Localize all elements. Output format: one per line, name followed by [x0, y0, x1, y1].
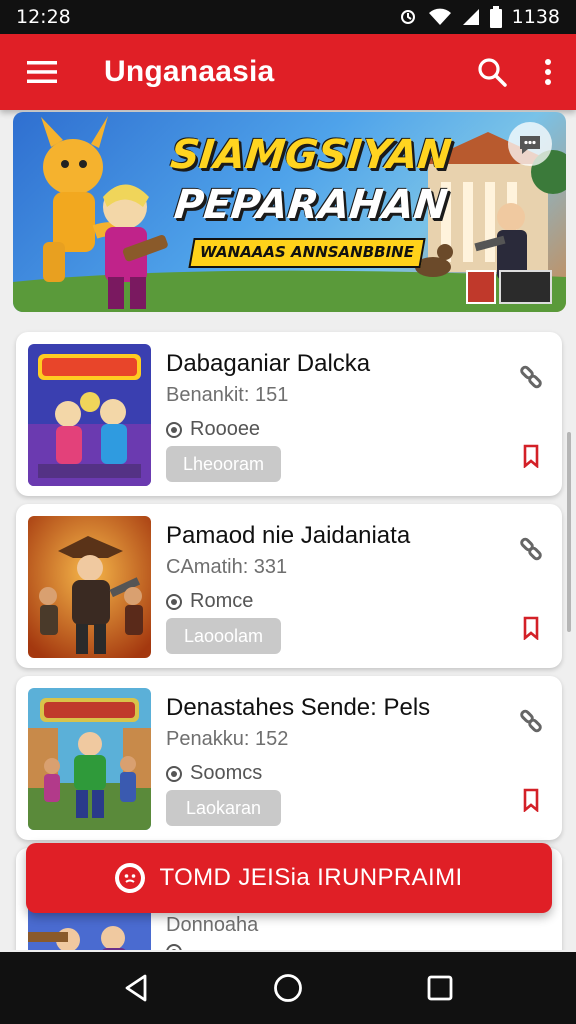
- home-icon: [274, 974, 302, 1002]
- status-icons: 1138: [398, 6, 560, 28]
- wifi-icon: [428, 7, 452, 27]
- bookmark-icon: [523, 444, 539, 468]
- content-scroll[interactable]: SIAMGSIYAN PEPARAHAN WANAAAS ANNSANBBINE: [0, 110, 576, 950]
- share-button[interactable]: [516, 362, 546, 392]
- game-status-label: Soomcs: [190, 762, 263, 784]
- status-dot-icon: [166, 765, 182, 782]
- game-title: Dabaganiar Dalcka: [166, 350, 371, 377]
- game-card[interactable]: Denastahes Sende: Pels Penakku: 152 Soom…: [16, 676, 562, 840]
- game-status-label: Roooee: [190, 418, 261, 440]
- game-action-button[interactable]: Laokaran: [166, 790, 281, 826]
- featured-banner[interactable]: SIAMGSIYAN PEPARAHAN WANAAAS ANNSANBBINE: [13, 112, 566, 312]
- bookmark-button[interactable]: [520, 786, 542, 814]
- status-dot-icon: [166, 944, 182, 950]
- search-icon: [478, 58, 507, 87]
- game-status: [166, 944, 182, 950]
- game-card[interactable]: Pamaod nie Jaidaniata CAmatih: 331 Romce…: [16, 504, 562, 668]
- menu-button[interactable]: [0, 34, 84, 110]
- game-status: Soomcs: [166, 762, 262, 785]
- nav-recents-button[interactable]: [410, 958, 470, 1018]
- status-dot-icon: [166, 593, 182, 610]
- game-status-label: Romce: [190, 590, 254, 612]
- scrollbar[interactable]: [567, 432, 571, 632]
- menu-icon: [27, 61, 57, 83]
- share-button[interactable]: [516, 534, 546, 564]
- game-card[interactable]: Dabaganiar Dalcka Benankit: 151 Roooee L…: [16, 332, 562, 496]
- game-meta: Benankit: 151: [166, 384, 289, 406]
- status-bar: 12:28 1138: [0, 0, 576, 34]
- game-meta: Donnoaha: [166, 914, 259, 936]
- status-time: 12:28: [16, 6, 71, 28]
- app-title: Unganaasia: [104, 55, 275, 88]
- banner-chat-icon[interactable]: [508, 122, 552, 166]
- game-meta: Penakku: 152: [166, 728, 289, 750]
- more-options-button[interactable]: [520, 34, 576, 110]
- game-status: Roooee: [166, 418, 260, 441]
- bookmark-icon: [523, 788, 539, 812]
- app-bar: Unganaasia: [0, 34, 576, 110]
- game-title: Pamaod nie Jaidaniata: [166, 522, 411, 549]
- game-meta: CAmatih: 331: [166, 556, 288, 578]
- game-thumbnail: [28, 688, 151, 830]
- banner-title-line2: PEPARAHAN: [172, 182, 450, 228]
- more-vert-icon: [545, 59, 551, 85]
- game-action-button[interactable]: Lheooram: [166, 446, 281, 482]
- status-dot-icon: [166, 421, 182, 438]
- game-action-button[interactable]: Laooolam: [166, 618, 281, 654]
- cta-label: TOMD JEISia IRUNPRAIMI: [159, 864, 463, 891]
- game-status: Romce: [166, 590, 253, 613]
- banner-subtitle: WANAAAS ANNSANBBINE: [200, 243, 414, 261]
- bookmark-button[interactable]: [520, 614, 542, 642]
- link-icon: [520, 709, 542, 733]
- cta-face-icon: [115, 863, 146, 893]
- game-title: Denastahes Sende: Pels: [166, 694, 431, 721]
- search-button[interactable]: [464, 34, 520, 110]
- back-icon: [125, 974, 147, 1002]
- recents-icon: [427, 975, 453, 1001]
- bookmark-icon: [523, 616, 539, 640]
- banner-title-line1: SIAMGSIYAN: [168, 132, 454, 178]
- link-icon: [520, 365, 542, 389]
- primary-cta-button[interactable]: TOMD JEISia IRUNPRAIMI: [26, 843, 552, 913]
- battery-level-text: 1138: [511, 6, 560, 28]
- battery-icon: [489, 6, 502, 28]
- screen: 12:28 1138 Unganaasia SIAMGSIYAN PEPARAH…: [0, 0, 576, 1024]
- game-thumbnail: [28, 344, 151, 486]
- nav-back-button[interactable]: [106, 958, 166, 1018]
- share-button[interactable]: [516, 706, 546, 736]
- link-icon: [520, 537, 542, 561]
- signal-icon: [462, 7, 480, 27]
- bookmark-button[interactable]: [520, 442, 542, 470]
- nav-home-button[interactable]: [258, 958, 318, 1018]
- system-nav-bar: [0, 952, 576, 1024]
- banner-logo: [466, 270, 552, 304]
- alarm-icon: [398, 7, 418, 27]
- game-thumbnail: [28, 516, 151, 658]
